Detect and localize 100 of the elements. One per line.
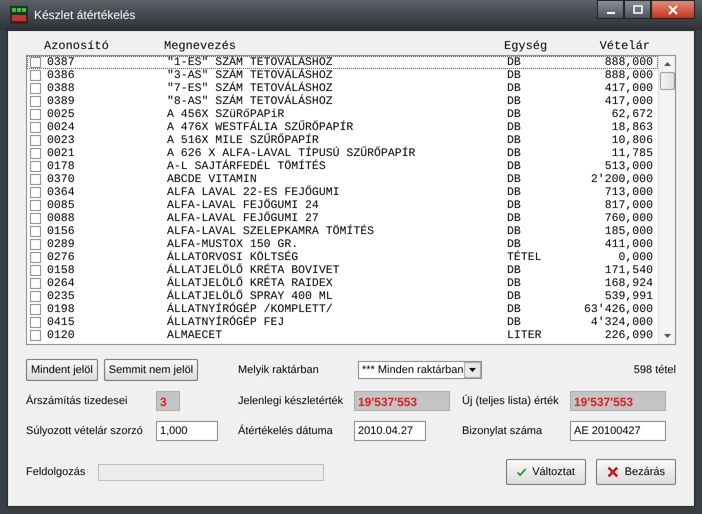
list-row[interactable]: 0178 A-L SAJTÁRFEDÉL TÖMÍTÉS DB 513,000 — [27, 160, 658, 173]
warehouse-dropdown[interactable]: *** Minden raktárban — [358, 361, 482, 379]
list-row[interactable]: 0024 A 476X WESTFÁLIA SZŰRŐPAPÍR DB 18,863 — [27, 121, 658, 134]
close-icon — [667, 4, 679, 14]
checkbox[interactable] — [30, 57, 41, 68]
checkbox[interactable] — [30, 83, 41, 94]
list-row[interactable]: 0025 A 456X SZüRőPAPiR DB 62,672 — [27, 108, 658, 121]
table-cell-text: ÁLLATJELÖLŐ KRÉTA RAIDEX — [167, 278, 334, 289]
list-row[interactable]: 0158 ÁLLATJELÖLŐ KRÉTA BOVIVET DB 171,540 — [27, 264, 658, 277]
input-field[interactable]: AE 20100427 — [570, 421, 666, 441]
list-row[interactable]: 0085 ALFA-LAVAL FEJŐGUMI 24 DB 817,000 — [27, 199, 658, 212]
list-row[interactable]: 0088 ALFA-LAVAL FEJŐGUMI 27 DB 760,000 — [27, 212, 658, 225]
table-cell-text: 185,000 — [604, 226, 653, 237]
scroll-thumb[interactable] — [660, 72, 674, 90]
table-cell-text: 226,090 — [604, 330, 653, 341]
table-cell-text: DB — [507, 187, 522, 198]
readonly-field: 3 — [156, 391, 180, 411]
scrollbar[interactable] — [658, 56, 675, 344]
close-dialog-button[interactable]: Bezárás — [596, 459, 676, 485]
checkbox[interactable] — [30, 135, 41, 146]
readonly-field: 19'537'553 — [354, 391, 450, 411]
table-cell-text: 0024 — [47, 122, 76, 133]
list-row[interactable]: 0235 ÁLLATJELÖLŐ SPRAY 400 ML DB 539,991 — [27, 290, 658, 303]
table-cell-text: 0389 — [47, 96, 76, 107]
maximize-button[interactable] — [624, 0, 651, 19]
minimize-button[interactable] — [597, 0, 624, 19]
table-cell-text: A 516X MILE SZŰRŐPAPÍR — [167, 135, 319, 146]
checkbox[interactable] — [30, 96, 41, 107]
checkbox[interactable] — [30, 304, 41, 315]
select-all-button[interactable]: Mindent jelöl — [26, 359, 98, 381]
table-cell-text: 0386 — [47, 70, 76, 81]
list-row[interactable]: 0156 ALFA-LAVAL SZELEPKAMRA TÖMÍTÉS DB 185,000 — [27, 225, 658, 238]
list-row[interactable]: 0198 ÁLLATNYÍRÓGÉP /KOMPLETT/ DB 63'426,000 — [27, 303, 658, 316]
table-cell-text: DB — [507, 317, 522, 328]
input-field[interactable]: 1,000 — [156, 421, 218, 441]
checkbox[interactable] — [30, 109, 41, 120]
table-cell-text: DB — [507, 135, 522, 146]
table-cell-text: 18,863 — [610, 122, 653, 133]
table-cell-text: 0025 — [47, 109, 76, 120]
list-row[interactable]: 0021 A 626 X ALFA-LAVAL TÍPUSÚ SZŰRŐPAPÍR DB 11,785 — [27, 147, 658, 160]
checkbox[interactable] — [30, 291, 41, 302]
checkbox[interactable] — [30, 70, 41, 81]
list-row[interactable]: 0289 ALFA-MUSTOX 150 GR. DB 411,000 — [27, 238, 658, 251]
table-cell-text: DB — [507, 96, 522, 107]
table-cell-text: ALFA-MUSTOX 150 GR. — [167, 239, 300, 250]
table-cell-text: ALFA-LAVAL FEJŐGUMI 24 — [167, 200, 320, 211]
list-row[interactable]: 0023 A 516X MILE SZŰRŐPAPÍR DB 10,806 — [27, 134, 658, 147]
scroll-down-icon[interactable] — [664, 334, 670, 338]
close-button[interactable] — [651, 0, 695, 19]
list-row[interactable]: 0386 "3-AS" SZÁM TETOVÁLÁSHOZ DB 888,000 — [27, 69, 658, 82]
list-row[interactable]: 0415 ÁLLATNYÍRÓGÉP FEJ DB 4'324,000 — [27, 316, 658, 329]
checkbox[interactable] — [30, 174, 41, 185]
table-cell-text: 0387 — [47, 57, 76, 68]
table-cell-text: ÁLLATNYÍRÓGÉP /KOMPLETT/ — [167, 304, 334, 315]
column-header: Megnevezés — [164, 39, 238, 55]
change-button[interactable]: Változtat — [506, 459, 586, 485]
table-cell-text: 417,000 — [604, 96, 653, 107]
caret-icon — [468, 368, 476, 372]
table-cell-text: 0370 — [47, 174, 76, 185]
list-row[interactable]: 0120 ALMAECET LITER 226,090 — [27, 329, 658, 342]
checkbox[interactable] — [30, 200, 41, 211]
list-row[interactable]: 0364 ALFA LAVAL 22-ES FEJŐGUMI DB 713,000 — [27, 186, 658, 199]
scroll-up-icon[interactable] — [664, 62, 670, 66]
table-cell-text: DB — [507, 278, 522, 289]
app-icon — [10, 6, 28, 24]
input-field[interactable]: 2010.04.27 — [354, 421, 426, 441]
table-cell-text: 0023 — [47, 135, 76, 146]
field-label: Árszámítás tizedesei — [26, 395, 128, 407]
table-cell-text: DB — [507, 70, 522, 81]
checkbox[interactable] — [30, 148, 41, 159]
checkbox[interactable] — [30, 213, 41, 224]
checkbox[interactable] — [30, 278, 41, 289]
list-row[interactable]: 0264 ÁLLATJELÖLŐ KRÉTA RAIDEX DB 168,924 — [27, 277, 658, 290]
table-cell-text: A 456X SZüRőPAPiR — [167, 109, 284, 120]
maximize-icon — [632, 4, 642, 14]
checkbox[interactable] — [30, 122, 41, 133]
table-cell-text: DB — [507, 174, 522, 185]
checkbox[interactable] — [30, 239, 41, 250]
table-cell-text: 62,672 — [610, 109, 653, 120]
checkbox[interactable] — [30, 330, 41, 341]
list-row[interactable]: 0389 "8-AS" SZÁM TETOVÁLÁSHOZ DB 417,000 — [27, 95, 658, 108]
list-row[interactable]: 0388 "7-ES" SZÁM TETOVÁLÁSHOZ DB 417,000 — [27, 82, 658, 95]
table-cell-text: DB — [507, 122, 522, 133]
field-label: Új (teljes lista) érték — [462, 395, 560, 407]
list-row[interactable]: 0276 ÁLLATORVOSI KÖLTSÉG TÉTEL 0,000 — [27, 251, 658, 264]
table-cell-text: 0085 — [47, 200, 76, 211]
checkbox[interactable] — [30, 161, 41, 172]
checkbox[interactable] — [30, 252, 41, 263]
table-cell-text: 0088 — [47, 213, 76, 224]
select-none-button[interactable]: Semmit nem jelöl — [104, 359, 198, 381]
checkbox[interactable] — [30, 317, 41, 328]
table-cell-text: 411,000 — [604, 239, 653, 250]
table-cell-text: DB — [507, 148, 522, 159]
checkbox[interactable] — [30, 265, 41, 276]
list-row[interactable]: 0370 ABCDE VITAMIN DB 2'200,000 — [27, 173, 658, 186]
table-cell-text: ALMAECET — [167, 330, 224, 341]
checkbox[interactable] — [30, 226, 41, 237]
table-cell-text: 0388 — [47, 83, 76, 94]
table-cell-text: 0364 — [47, 187, 76, 198]
checkbox[interactable] — [30, 187, 41, 198]
